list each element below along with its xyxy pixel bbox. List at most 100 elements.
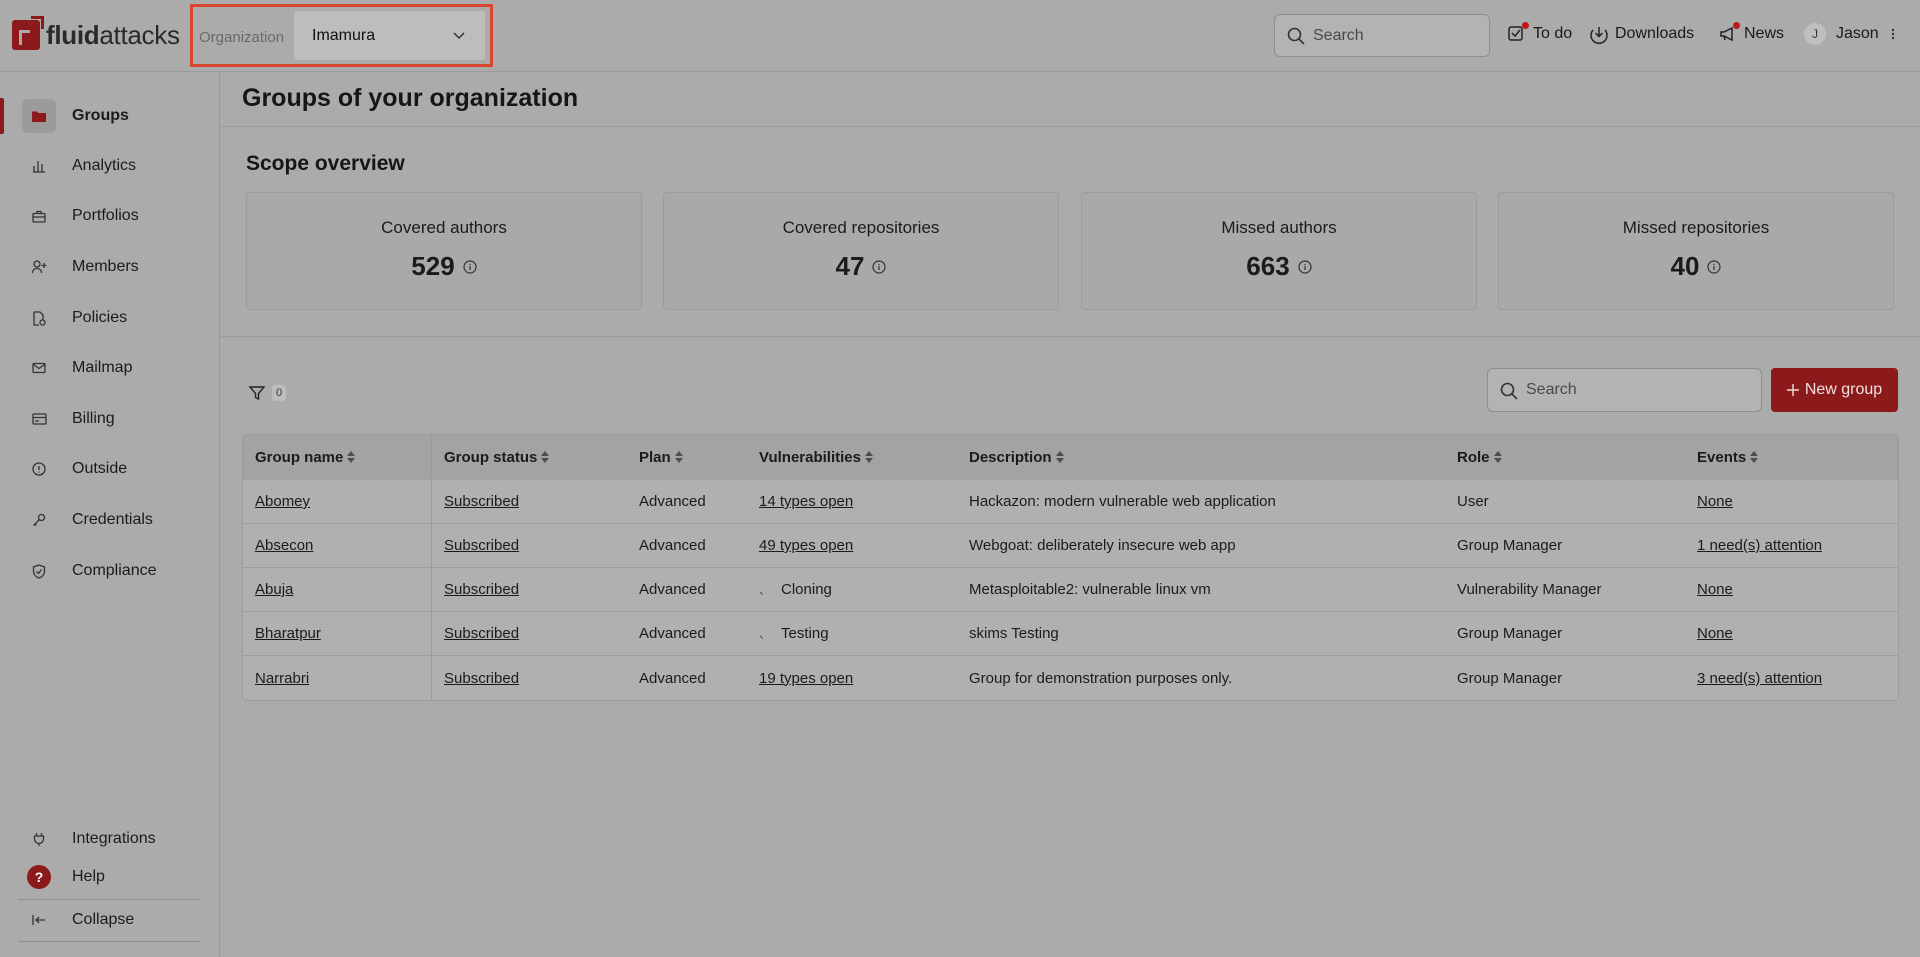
column-header-group-name[interactable]: Group name (243, 435, 432, 479)
title-divider (221, 126, 1920, 127)
chevron-down-icon (453, 32, 465, 40)
vulnerabilities-link[interactable]: 19 types open (759, 670, 853, 687)
events-link[interactable]: 1 need(s) attention (1697, 537, 1822, 554)
group-status-link[interactable]: Subscribed (444, 670, 519, 687)
column-header-plan[interactable]: Plan (627, 435, 747, 479)
sidebar-item-billing[interactable]: Billing (0, 399, 219, 439)
sidebar-item-mailmap[interactable]: Mailmap (0, 348, 219, 388)
group-status-link[interactable]: Subscribed (444, 625, 519, 642)
sidebar-item-label: Integrations (72, 830, 156, 847)
group-status-link[interactable]: Subscribed (444, 493, 519, 510)
covered-authors-card: Covered authors 529 (246, 192, 642, 310)
logo-text: fluidattacks (46, 19, 180, 50)
column-header-group-status[interactable]: Group status (432, 435, 627, 479)
group-name-link[interactable]: Abomey (255, 493, 310, 510)
plan-text: Advanced (639, 537, 706, 554)
group-name-link[interactable]: Narrabri (255, 670, 309, 687)
vulnerabilities-status-text: Cloning (781, 581, 832, 598)
sort-icon (864, 451, 873, 463)
todo-label: To do (1533, 25, 1573, 42)
megaphone-icon (1718, 22, 1740, 44)
sort-icon (674, 451, 683, 463)
events-link[interactable]: None (1697, 581, 1733, 598)
sidebar-item-analytics[interactable]: Analytics (0, 146, 219, 186)
sidebar-item-policies[interactable]: Policies (0, 298, 219, 338)
todo-button[interactable]: To do (1507, 22, 1573, 44)
events-link[interactable]: None (1697, 625, 1733, 642)
new-group-label: New group (1804, 381, 1883, 398)
fluidattacks-logo[interactable]: fluidattacks (12, 16, 180, 52)
sidebar-item-label: Members (72, 258, 139, 275)
card-label: Missed repositories (1622, 218, 1770, 237)
mail-icon (22, 351, 56, 385)
page-title: Groups of your organization (242, 84, 579, 112)
new-group-button[interactable]: New group (1771, 368, 1898, 412)
sidebar-item-groups[interactable]: Groups (0, 96, 219, 136)
table-row[interactable]: Bharatpur Subscribed Advanced 、 Testing s… (243, 612, 1898, 656)
group-name-link[interactable]: Abuja (255, 581, 293, 598)
table-row[interactable]: Absecon Subscribed Advanced 49 types ope… (243, 524, 1898, 568)
news-button[interactable]: News (1718, 22, 1784, 44)
loading-spinner-icon: 、 (759, 583, 772, 597)
sidebar-item-portfolios[interactable]: Portfolios (0, 196, 219, 236)
description-text: skims Testing (969, 625, 1059, 642)
bar-chart-icon (22, 149, 56, 183)
sidebar-item-label: Groups (72, 107, 129, 124)
sidebar-item-label: Billing (72, 410, 115, 427)
column-header-role[interactable]: Role (1445, 435, 1685, 479)
global-search-input[interactable]: Search (1274, 14, 1490, 57)
events-link[interactable]: None (1697, 493, 1733, 510)
key-icon (22, 503, 56, 537)
kebab-menu-icon (1891, 28, 1894, 40)
column-header-vulnerabilities[interactable]: Vulnerabilities (747, 435, 957, 479)
group-name-link[interactable]: Absecon (255, 537, 313, 554)
search-icon (1500, 382, 1518, 400)
group-name-link[interactable]: Bharatpur (255, 625, 321, 642)
column-header-description[interactable]: Description (957, 435, 1445, 479)
sort-icon (1055, 451, 1064, 463)
plan-text: Advanced (639, 581, 706, 598)
role-text: Group Manager (1457, 537, 1563, 554)
info-icon[interactable] (872, 259, 887, 274)
sidebar-item-label: Analytics (72, 157, 137, 174)
sidebar-item-outside[interactable]: Outside (0, 449, 219, 489)
info-circle-icon (22, 452, 56, 486)
card-label: Covered repositories (782, 218, 940, 237)
sidebar-item-compliance[interactable]: Compliance (0, 551, 219, 591)
sidebar-item-help[interactable]: ? Help (0, 857, 219, 897)
organization-dropdown[interactable]: Imamura (294, 11, 485, 60)
info-icon[interactable] (1707, 259, 1722, 274)
user-menu-button[interactable]: J Jason (1804, 23, 1897, 45)
group-status-link[interactable]: Subscribed (444, 581, 519, 598)
vulnerabilities-status-text: Testing (781, 625, 829, 642)
sidebar-item-credentials[interactable]: Credentials (0, 500, 219, 540)
loading-spinner-icon: 、 (759, 627, 772, 641)
sidebar-collapse-button[interactable]: Collapse (0, 900, 219, 940)
info-icon[interactable] (463, 259, 477, 274)
vulnerabilities-link[interactable]: 14 types open (759, 493, 853, 510)
credit-card-icon (22, 402, 56, 436)
info-icon[interactable] (1298, 259, 1312, 274)
scope-overview-title: Scope overview (246, 152, 405, 175)
filter-button[interactable]: 0 (248, 384, 287, 402)
vulnerabilities-link[interactable]: 49 types open (759, 537, 853, 554)
organization-value: Imamura (312, 27, 376, 44)
events-link[interactable]: 3 need(s) attention (1697, 670, 1822, 687)
sidebar: Groups Analytics Portfolios Members Poli… (0, 72, 220, 957)
table-row[interactable]: Abomey Subscribed Advanced 14 types open… (243, 480, 1898, 524)
group-status-link[interactable]: Subscribed (444, 537, 519, 554)
column-header-events[interactable]: Events (1685, 435, 1898, 479)
table-row[interactable]: Narrabri Subscribed Advanced 19 types op… (243, 656, 1898, 700)
news-notification-dot (1733, 22, 1740, 29)
description-text: Hackazon: modern vulnerable web applicat… (969, 493, 1276, 510)
plan-text: Advanced (639, 669, 706, 687)
sidebar-item-members[interactable]: Members (0, 247, 219, 287)
table-row[interactable]: Abuja Subscribed Advanced 、 Cloning Metas… (243, 568, 1898, 612)
role-text: User (1457, 493, 1489, 510)
card-value: 529 (411, 251, 455, 281)
role-text: Group Manager (1457, 625, 1563, 642)
sidebar-item-integrations[interactable]: Integrations (0, 819, 219, 859)
downloads-button[interactable]: Downloads (1589, 24, 1694, 45)
user-name: Jason (1836, 25, 1879, 42)
table-search-input[interactable]: Search (1487, 368, 1762, 412)
